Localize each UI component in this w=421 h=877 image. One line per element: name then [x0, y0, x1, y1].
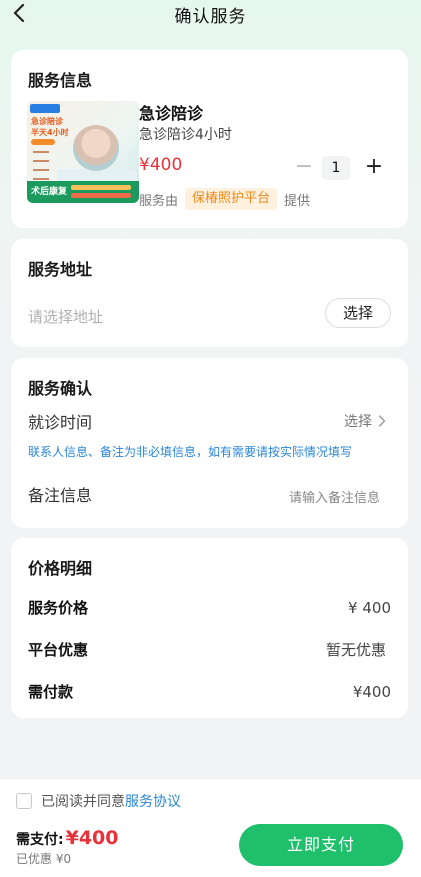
nav-bar: 确认服务	[0, 0, 421, 30]
visit-time-select[interactable]: 选择	[344, 411, 386, 431]
optional-info-hint: 联系人信息、备注为非必填信息，如有需要请按实际情况填写	[28, 445, 353, 459]
price-row-value: ¥ 400	[348, 598, 391, 617]
section-title-price: 价格明细	[28, 559, 93, 578]
price-row-service: 服务价格 ¥ 400	[28, 597, 391, 618]
service-agreement-link[interactable]: 服务协议	[125, 791, 181, 811]
service-price: ¥400	[139, 155, 183, 175]
select-address-button[interactable]: 选择	[325, 298, 391, 328]
price-row-value: 暂无优惠	[325, 641, 386, 659]
section-title-address: 服务地址	[28, 260, 93, 279]
price-row-label: 服务价格	[28, 599, 89, 617]
minus-icon[interactable]: −	[291, 154, 317, 182]
thumbnail-footer-band: 术后康复	[27, 181, 139, 203]
thumbnail-line2: 半天4小时	[31, 128, 69, 137]
note-placeholder: 请输入备注信息	[288, 491, 380, 506]
discount-text: 已优惠 ¥0	[16, 852, 72, 866]
quantity-value[interactable]: 1	[322, 156, 350, 180]
service-address-card: 服务地址 请选择地址 选择	[11, 239, 408, 347]
note-label: 备注信息	[28, 486, 93, 505]
service-subtitle: 急诊陪诊4小时	[139, 127, 232, 143]
provider-info: 服务由 保椿照护平台 提供	[139, 188, 310, 210]
provider-prefix: 服务由	[139, 193, 179, 209]
price-detail-card: 价格明细 服务价格 ¥ 400 平台优惠 暂无优惠 需付款 ¥400	[11, 538, 408, 718]
chevron-right-icon	[378, 415, 386, 427]
quantity-stepper: − 1 +	[289, 154, 391, 182]
visit-time-label: 就诊时间	[28, 413, 93, 432]
provider-badge: 保椿照护平台	[185, 188, 278, 210]
section-title-service-info: 服务信息	[28, 71, 93, 90]
address-placeholder[interactable]: 请选择地址	[28, 306, 103, 327]
service-confirm-card: 服务确认 就诊时间 选择 联系人信息、备注为非必填信息，如有需要请按实际情况填写…	[11, 358, 408, 528]
price-row-label: 需付款	[28, 683, 74, 701]
page-title: 确认服务	[174, 7, 247, 27]
checkout-footer: 已阅读并同意 服务协议 需支付: ¥400 已优惠 ¥0 立即支付	[0, 779, 421, 877]
pay-now-button[interactable]: 立即支付	[239, 824, 403, 866]
price-row-discount: 平台优惠 暂无优惠	[28, 639, 386, 660]
price-row-value: ¥400	[352, 682, 391, 701]
pay-total: 需支付: ¥400	[16, 827, 119, 849]
thumbnail-list-decoration	[33, 151, 49, 185]
price-row-total: 需付款 ¥400	[28, 681, 391, 702]
service-name: 急诊陪诊	[139, 104, 204, 123]
provider-suffix: 提供	[284, 193, 311, 209]
thumbnail-footer-text: 术后康复	[31, 187, 68, 197]
brand-logo-tag	[30, 104, 60, 113]
agreement-checkbox[interactable]	[16, 793, 32, 809]
note-input[interactable]: 请输入备注信息	[289, 487, 380, 506]
thumbnail-person-image	[73, 125, 119, 171]
pay-amount: ¥400	[65, 827, 119, 849]
agreement-prefix: 已阅读并同意	[41, 794, 125, 810]
section-title-confirm: 服务确认	[28, 379, 93, 398]
plus-icon[interactable]: +	[361, 154, 387, 182]
visit-time-action: 选择	[344, 414, 372, 430]
thumbnail-line1: 急诊陪诊	[31, 117, 63, 126]
price-row-label: 平台优惠	[28, 641, 89, 659]
thumbnail-pill	[31, 139, 55, 145]
service-thumbnail: 急诊陪诊 半天4小时 术后康复	[27, 101, 139, 203]
thumbnail-footer-stripe-2	[71, 193, 131, 198]
agreement-row: 已阅读并同意 服务协议	[16, 791, 181, 811]
pay-label: 需支付:	[16, 832, 64, 848]
thumbnail-footer-stripe-1	[71, 185, 131, 190]
